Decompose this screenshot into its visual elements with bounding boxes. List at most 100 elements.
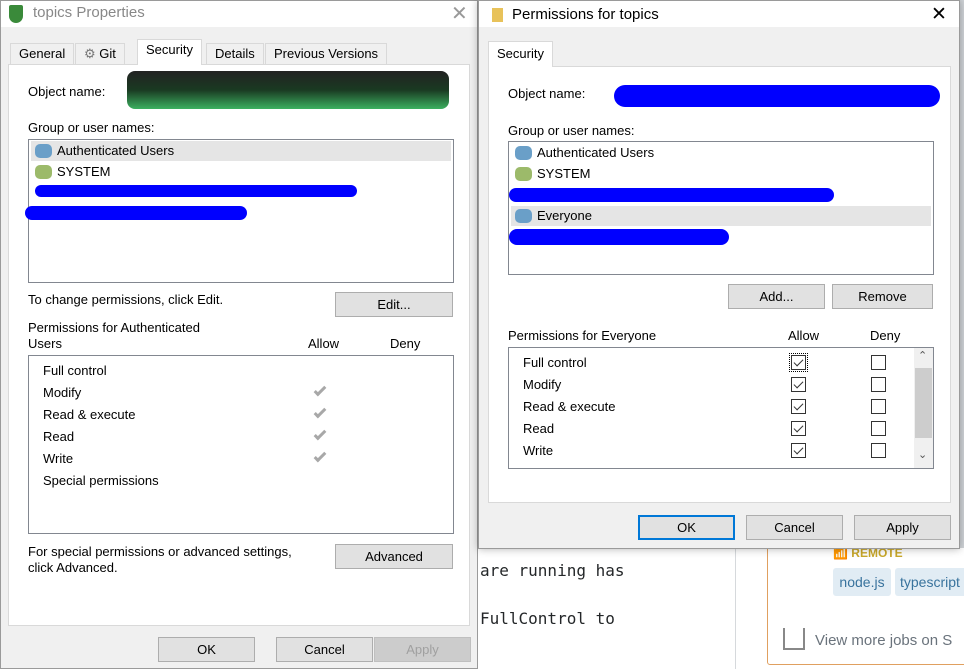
tag-nodejs[interactable]: node.js	[833, 568, 891, 596]
answer-text-line: FullControl to	[480, 609, 615, 628]
add-button[interactable]: Add...	[728, 284, 825, 309]
view-more-jobs-link[interactable]: View more jobs on S	[815, 632, 952, 649]
tab-security[interactable]: Security	[137, 39, 202, 65]
deny-checkbox[interactable]	[871, 443, 886, 458]
allow-checkbox[interactable]	[791, 377, 806, 392]
perm-modify: Modify	[523, 377, 562, 392]
permissions-label: Permissions for Authenticated Users	[28, 320, 200, 352]
user-item[interactable]: Authenticated Users	[511, 143, 931, 163]
title-bar: Permissions for topics ✕	[479, 1, 959, 27]
group-label: Group or user names:	[28, 120, 155, 135]
user-list: Authenticated Users SYSTEM	[25, 139, 454, 283]
change-permissions-text: To change permissions, click Edit.	[28, 292, 224, 307]
advanced-button[interactable]: Advanced	[335, 544, 453, 569]
cancel-button[interactable]: Cancel	[276, 637, 373, 662]
scroll-thumb[interactable]	[915, 368, 932, 438]
tab-previous-versions[interactable]: Previous Versions	[265, 43, 388, 65]
user-item[interactable]: SYSTEM	[31, 162, 451, 182]
perm-read: Read	[523, 421, 555, 436]
security-panel: Object name: Group or user names: Authen…	[8, 64, 470, 626]
allow-checkbox[interactable]	[791, 443, 806, 458]
tag-typescript[interactable]: typescript	[895, 568, 964, 596]
tab-general[interactable]: General	[10, 43, 75, 65]
answer-text-line: are running has	[480, 561, 625, 580]
allow-header: Allow	[308, 336, 340, 351]
ok-button[interactable]: OK	[158, 637, 255, 662]
deny-checkbox[interactable]	[871, 355, 886, 370]
permissions-dialog: Permissions for topics ✕ Security Object…	[478, 0, 960, 549]
close-icon[interactable]: ✕	[451, 1, 468, 26]
user-name: Authenticated Users	[537, 145, 655, 160]
deny-header: Deny	[390, 336, 421, 351]
apply-button[interactable]: Apply	[374, 637, 471, 662]
git-icon: ⚙	[84, 46, 96, 61]
redacted-user	[509, 229, 729, 245]
apply-button[interactable]: Apply	[854, 515, 951, 540]
perm-special: Special permissions	[43, 473, 159, 488]
allow-checkbox[interactable]	[791, 399, 806, 414]
scroll-up-icon[interactable]: ⌃	[918, 349, 927, 362]
object-name-label: Object name:	[28, 84, 106, 99]
perm-label-line: Permissions for Authenticated	[28, 320, 200, 335]
users-icon	[35, 144, 52, 158]
allow-check-icon	[313, 405, 327, 419]
tab-git[interactable]: ⚙ Git	[75, 43, 125, 65]
redacted-user	[509, 188, 834, 202]
perm-write: Write	[43, 451, 74, 466]
user-item-selected[interactable]: Everyone	[511, 206, 931, 226]
page-divider	[735, 548, 736, 669]
tab-label: Git	[99, 46, 116, 61]
tab-details[interactable]: Details	[206, 43, 264, 65]
perm-modify: Modify	[43, 385, 82, 400]
edit-button[interactable]: Edit...	[335, 292, 453, 317]
redacted-user	[35, 185, 357, 197]
perm-write: Write	[523, 443, 554, 458]
user-list: Authenticated Users SYSTEM Everyone	[508, 141, 934, 275]
user-name: Everyone	[537, 208, 592, 223]
user-item[interactable]: SYSTEM	[511, 164, 931, 184]
perm-read-execute: Read & execute	[523, 399, 616, 414]
stackoverflow-icon	[783, 628, 805, 650]
folder-icon	[492, 8, 503, 22]
scroll-down-icon[interactable]: ⌄	[918, 448, 927, 461]
deny-checkbox[interactable]	[871, 377, 886, 392]
tab-security[interactable]: Security	[488, 41, 553, 67]
object-name-label: Object name:	[508, 86, 586, 101]
perm-label-line: Users	[28, 336, 62, 351]
perm-read-execute: Read & execute	[43, 407, 136, 422]
allow-checkbox[interactable]	[791, 421, 806, 436]
special-line: For special permissions or advanced sett…	[28, 544, 292, 559]
scrollbar[interactable]: ⌃ ⌄	[914, 348, 933, 468]
ok-button[interactable]: OK	[638, 515, 735, 540]
permissions-list: Full control Modify Read & execute Read …	[508, 347, 934, 469]
redacted-user	[25, 206, 247, 220]
permissions-label: Permissions for Everyone	[508, 328, 657, 343]
special-line: click Advanced.	[28, 560, 118, 575]
permissions-list: Full control Modify Read & execute Read …	[28, 355, 454, 534]
close-icon[interactable]: ✕	[931, 3, 947, 26]
deny-header: Deny	[870, 328, 901, 343]
users-icon	[35, 165, 52, 179]
user-item[interactable]: Authenticated Users	[31, 141, 451, 161]
redacted-object-name	[614, 85, 940, 107]
allow-checkbox[interactable]	[789, 353, 808, 372]
users-icon	[515, 146, 532, 160]
allow-header: Allow	[788, 328, 820, 343]
security-panel: Object name: Group or user names: Authen…	[488, 66, 951, 503]
user-name: Authenticated Users	[57, 143, 175, 158]
perm-full-control: Full control	[523, 355, 587, 370]
user-name: SYSTEM	[537, 166, 591, 181]
users-icon	[515, 167, 532, 181]
perm-full-control: Full control	[43, 363, 107, 378]
title-bar: topics Properties ✕	[1, 1, 477, 27]
tortoisegit-icon	[9, 5, 23, 23]
remove-button[interactable]: Remove	[832, 284, 933, 309]
deny-checkbox[interactable]	[871, 399, 886, 414]
deny-checkbox[interactable]	[871, 421, 886, 436]
allow-check-icon	[313, 427, 327, 441]
window-title: topics Properties	[33, 4, 145, 21]
users-icon	[515, 209, 532, 223]
allow-check-icon	[313, 383, 327, 397]
cancel-button[interactable]: Cancel	[746, 515, 843, 540]
properties-dialog: topics Properties ✕ General ⚙ Git Securi…	[0, 0, 478, 669]
